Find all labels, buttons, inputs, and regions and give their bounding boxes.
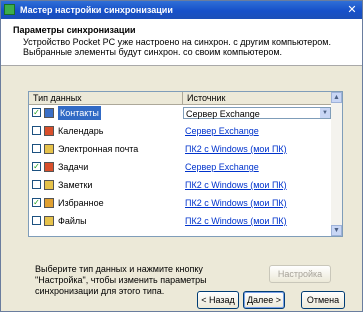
next-button[interactable]: Далее > bbox=[243, 291, 285, 309]
table-row[interactable]: ✓ Контакты Сервер Exchange ▼ bbox=[29, 106, 333, 120]
app-icon bbox=[4, 4, 15, 15]
table-row[interactable]: ✓ Задачи Сервер Exchange bbox=[29, 160, 333, 174]
close-icon[interactable]: ✕ bbox=[345, 3, 359, 17]
row-type-label: Файлы bbox=[58, 216, 87, 226]
row-checkbox[interactable]: ✓ bbox=[32, 108, 41, 117]
row-type-label: Задачи bbox=[58, 162, 89, 172]
scroll-up-icon[interactable]: ▲ bbox=[331, 92, 342, 103]
window-title: Мастер настройки синхронизации bbox=[20, 5, 173, 15]
sync-items-table: Тип данных Источник ▲ ▼ ✓ Контакты Сервер … bbox=[28, 91, 343, 237]
mail-icon bbox=[44, 144, 54, 154]
back-button[interactable]: < Назад bbox=[197, 291, 239, 309]
notes-icon bbox=[44, 180, 54, 190]
row-source-link[interactable]: ПК2 с Windows (мои ПК) bbox=[185, 214, 287, 228]
tasks-icon bbox=[44, 162, 54, 172]
row-type-label: Электронная почта bbox=[58, 144, 139, 154]
row-type-label: Календарь bbox=[58, 126, 104, 136]
favorites-icon bbox=[44, 198, 54, 208]
wizard-window: Мастер настройки синхронизации ✕ Парамет… bbox=[0, 0, 363, 312]
page-title: Параметры синхронизации bbox=[13, 25, 136, 35]
cancel-button[interactable]: Отмена bbox=[301, 291, 345, 309]
row-type-label: Избранное bbox=[58, 198, 104, 208]
row-type-label: Заметки bbox=[58, 180, 93, 190]
wizard-header: Параметры синхронизации Устройство Pocke… bbox=[1, 19, 362, 66]
settings-button[interactable]: Настройка bbox=[269, 265, 331, 283]
row-source-link[interactable]: Сервер Exchange bbox=[185, 124, 259, 138]
row-checkbox[interactable] bbox=[32, 180, 41, 189]
row-type-label: Контакты bbox=[58, 106, 101, 120]
chevron-down-icon[interactable]: ▼ bbox=[320, 108, 330, 118]
column-header-type[interactable]: Тип данных bbox=[29, 92, 183, 105]
table-row[interactable]: Электронная почта ПК2 с Windows (мои ПК) bbox=[29, 142, 333, 156]
column-header-source[interactable]: Источник bbox=[183, 92, 333, 105]
table-row[interactable]: Файлы ПК2 с Windows (мои ПК) bbox=[29, 214, 333, 228]
table-row[interactable]: Заметки ПК2 с Windows (мои ПК) bbox=[29, 178, 333, 192]
row-checkbox[interactable] bbox=[32, 216, 41, 225]
calendar-icon bbox=[44, 126, 54, 136]
row-source-link[interactable]: ПК2 с Windows (мои ПК) bbox=[185, 178, 287, 192]
row-checkbox[interactable] bbox=[32, 126, 41, 135]
row-source-link[interactable]: ПК2 с Windows (мои ПК) bbox=[185, 196, 287, 210]
title-bar: Мастер настройки синхронизации ✕ bbox=[1, 1, 362, 19]
source-dropdown-value: Сервер Exchange bbox=[186, 109, 260, 119]
row-source-link[interactable]: Сервер Exchange bbox=[185, 160, 259, 174]
table-row[interactable]: Календарь Сервер Exchange bbox=[29, 124, 333, 138]
row-checkbox[interactable] bbox=[32, 144, 41, 153]
table-row[interactable]: ✓ Избранное ПК2 с Windows (мои ПК) bbox=[29, 196, 333, 210]
source-dropdown[interactable]: Сервер Exchange ▼ bbox=[183, 107, 331, 119]
files-icon bbox=[44, 216, 54, 226]
page-description: Устройство Pocket PC уже настроено на си… bbox=[23, 37, 331, 57]
contacts-icon bbox=[44, 108, 54, 118]
row-checkbox[interactable]: ✓ bbox=[32, 162, 41, 171]
row-source-link[interactable]: ПК2 с Windows (мои ПК) bbox=[185, 142, 287, 156]
row-checkbox[interactable]: ✓ bbox=[32, 198, 41, 207]
